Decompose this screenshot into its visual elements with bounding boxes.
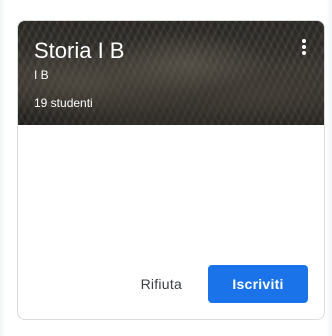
card-body: Rifiuta Iscriviti xyxy=(18,125,324,319)
decline-button[interactable]: Rifiuta xyxy=(125,266,198,302)
class-section: I B xyxy=(34,68,49,82)
class-card: Storia I B I B 19 studenti Rifiuta Iscri… xyxy=(17,20,325,320)
banner-content: Storia I B I B 19 studenti xyxy=(34,37,284,111)
more-options-button[interactable] xyxy=(292,33,316,61)
class-banner: Storia I B I B 19 studenti xyxy=(18,21,324,125)
student-count: 19 studenti xyxy=(34,96,93,110)
class-title[interactable]: Storia I B xyxy=(34,37,284,65)
card-actions: Rifiuta Iscriviti xyxy=(125,265,308,303)
join-button[interactable]: Iscriviti xyxy=(208,265,308,303)
page: Storia I B I B 19 studenti Rifiuta Iscri… xyxy=(0,0,332,336)
more-vert-icon xyxy=(302,39,306,55)
